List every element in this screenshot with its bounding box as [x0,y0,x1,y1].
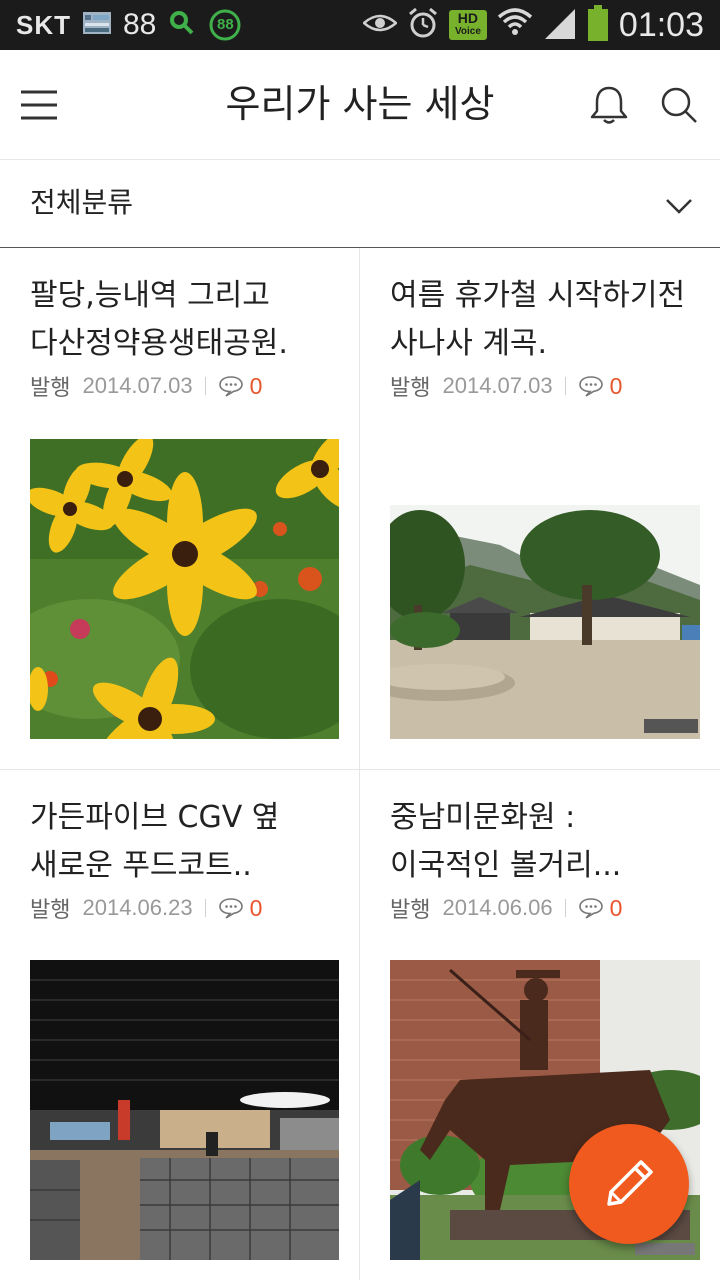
post-title-line: 가든파이브 CGV 옆 [30,800,280,835]
comment-count: 0 [249,894,263,921]
carrier-label: SKT [16,9,71,40]
post-meta: 발행 2014.07.03 0 [30,370,262,402]
category-dropdown[interactable]: 전체분류 [0,160,720,248]
meta-separator [204,899,206,917]
post-card[interactable]: 가든파이브 CGV 옆 새로운 푸드코트.. 발행 2014.06.23 0 [0,770,360,1280]
post-card[interactable]: 팔당,능내역 그리고 다산정약용생태공원. 발행 2014.07.03 0 [0,248,360,769]
post-title-line: 여름 휴가철 시작하기전 [390,278,686,313]
post-status: 발행 [30,376,71,401]
eye-icon [362,13,398,37]
post-thumbnail[interactable] [390,505,700,739]
post-meta: 발행 2014.06.23 0 [30,892,262,924]
post-title[interactable]: 중남미문화원 : 이국적인 볼거리... [390,794,710,890]
chevron-down-icon [666,199,692,214]
wifi-icon [497,7,533,43]
meta-separator [204,377,206,395]
status-left: SKT 88 88 [16,0,242,50]
post-date: 2014.06.23 [82,895,193,920]
post-meta: 발행 2014.07.03 0 [390,370,622,402]
food-court-image [30,960,339,1260]
post-card[interactable]: 여름 휴가철 시작하기전 사나사 계곡. 발행 2014.07.03 0 [360,248,720,769]
clock: 01:03 [618,5,704,44]
category-label: 전체분류 [30,186,134,219]
search-button[interactable] [654,80,704,130]
signal-number: 88 [123,8,157,41]
alarm-icon [407,7,439,43]
search-status-icon [168,9,196,42]
post-title[interactable]: 팔당,능내역 그리고 다산정약용생태공원. [30,272,350,368]
comment-icon [218,376,243,397]
post-date: 2014.07.03 [442,373,553,398]
post-title-line: 새로운 푸드코트.. [30,848,252,883]
post-title-line: 팔당,능내역 그리고 [30,278,270,313]
comment-icon [218,898,243,919]
meta-separator [564,899,566,917]
post-date: 2014.06.06 [442,895,553,920]
battery-icon [587,5,609,45]
comment-count: 0 [609,894,623,921]
cellular-signal-icon [543,7,577,43]
post-status: 발행 [390,376,431,401]
post-status: 발행 [390,898,431,923]
post-title[interactable]: 여름 휴가철 시작하기전 사나사 계곡. [390,272,710,368]
comment-count: 0 [609,372,623,399]
flowers-image [30,439,339,739]
post-thumbnail[interactable] [30,439,339,739]
status-bar: SKT 88 88 HD Voice 01:03 [0,0,720,50]
battery-saver-icon: 88 [208,8,242,42]
temple-courtyard-image [390,505,700,739]
meta-separator [564,377,566,395]
app-bar: 우리가 사는 세상 [0,50,720,160]
hd-voice-icon: HD Voice [448,10,487,40]
bell-icon [590,86,628,124]
post-title-line: 다산정약용생태공원. [30,326,288,361]
post-title[interactable]: 가든파이브 CGV 옆 새로운 푸드코트.. [30,794,350,890]
post-title-line: 중남미문화원 : [390,800,576,835]
search-icon [661,87,697,123]
voice-label: Voice [454,26,481,37]
pencil-icon [607,1160,653,1206]
post-title-line: 이국적인 볼거리... [390,848,622,883]
write-post-button[interactable] [569,1124,689,1244]
comment-count: 0 [249,372,263,399]
post-status: 발행 [30,898,71,923]
keyboard-icon [83,11,111,39]
battery-saver-label: 88 [217,16,234,33]
post-title-line: 사나사 계곡. [390,326,548,361]
post-date: 2014.07.03 [82,373,193,398]
hd-label: HD [457,10,479,26]
status-right: HD Voice 01:03 [362,0,704,50]
comment-icon [578,376,603,397]
post-meta: 발행 2014.06.06 0 [390,892,622,924]
notifications-button[interactable] [584,80,634,130]
comment-icon [578,898,603,919]
post-thumbnail[interactable] [30,960,339,1260]
